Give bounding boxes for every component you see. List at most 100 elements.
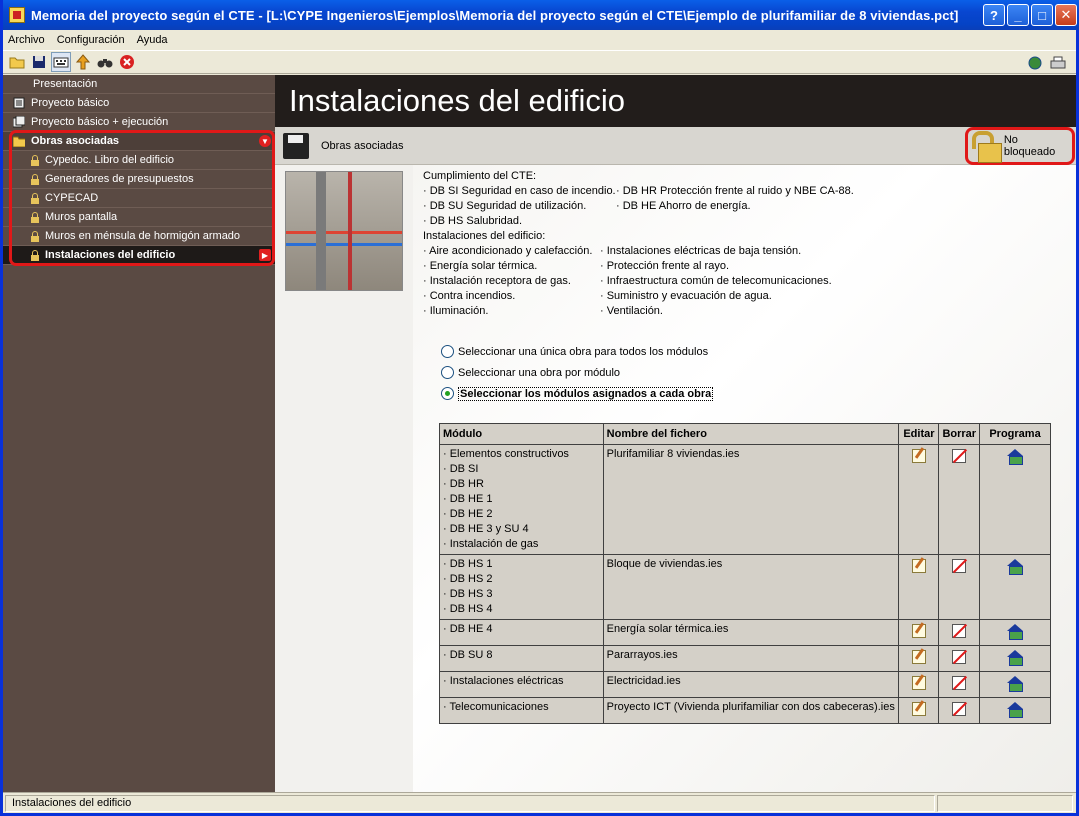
- title-bar[interactable]: Memoria del proyecto según el CTE - [L:\…: [3, 0, 1079, 30]
- sidebar-item-generadores[interactable]: Generadores de presupuestos: [3, 170, 275, 189]
- edit-icon[interactable]: [911, 650, 926, 664]
- radio-button[interactable]: [441, 345, 454, 358]
- sidebar-item-label: Cypedoc. Libro del edificio: [45, 154, 175, 166]
- col-header-editar: Editar: [898, 423, 940, 445]
- installations-photo: [285, 171, 403, 291]
- radio-modulos-asignados[interactable]: Seleccionar los módulos asignados a cada…: [441, 383, 714, 404]
- inst-col1: · Aire acondicionado y calefacción. · En…: [423, 244, 600, 319]
- edit-icon[interactable]: [911, 676, 926, 690]
- delete-icon[interactable]: [952, 449, 967, 463]
- edit-icon[interactable]: [911, 449, 926, 463]
- sidebar-item-cypecad[interactable]: CYPECAD: [3, 189, 275, 208]
- chevron-down-icon[interactable]: ▼: [259, 135, 271, 147]
- table-row[interactable]: · DB SU 8 Pararrayos.ies: [439, 645, 1051, 672]
- cell-program-house: [979, 619, 1051, 646]
- menu-configuracion[interactable]: Configuración: [57, 34, 125, 46]
- binoculars-icon[interactable]: [95, 52, 115, 72]
- program-house-icon[interactable]: [1007, 676, 1024, 692]
- close-button[interactable]: ✕: [1055, 4, 1077, 26]
- sidebar-item-obras-asociadas[interactable]: Obras asociadas ▼: [3, 132, 275, 151]
- cell-file[interactable]: Proyecto ICT (Vivienda plurifamiliar con…: [602, 697, 900, 724]
- sub-header: Obras asociadas: [275, 127, 1076, 165]
- sidebar-item-proyecto-basico[interactable]: Proyecto básico: [3, 94, 275, 113]
- delete-icon[interactable]: [952, 702, 967, 716]
- info-line: · Energía solar térmica.: [423, 260, 538, 272]
- window-title: Memoria del proyecto según el CTE - [L:\…: [31, 7, 959, 23]
- cell-edit: [898, 554, 940, 620]
- lock-icon: [31, 230, 39, 242]
- edit-icon[interactable]: [911, 559, 926, 573]
- disk-icon: [283, 132, 309, 159]
- sidebar-item-label: Generadores de presupuestos: [45, 173, 194, 185]
- radio-button[interactable]: [441, 387, 454, 400]
- info-line: · Contra incendios.: [423, 290, 516, 302]
- cell-delete: [938, 671, 981, 698]
- sidebar-item-proyecto-basico-ejecucion[interactable]: Proyecto básico + ejecución: [3, 113, 275, 132]
- delete-icon[interactable]: [952, 559, 967, 573]
- cell-file[interactable]: Bloque de viviendas.ies: [602, 554, 900, 620]
- cell-modules: · DB HE 4: [439, 619, 604, 646]
- cell-file[interactable]: Energía solar térmica.ies: [602, 619, 900, 646]
- inst-heading: Instalaciones del edificio:: [423, 230, 546, 242]
- program-house-icon[interactable]: [1007, 624, 1024, 640]
- sidebar-item-presentacion[interactable]: Presentación: [3, 75, 275, 94]
- edit-icon[interactable]: [911, 624, 926, 638]
- radio-obra-por-modulo[interactable]: Seleccionar una obra por módulo: [441, 362, 713, 383]
- module-name: · Instalaciones eléctricas: [443, 675, 564, 687]
- delete-icon[interactable]: [952, 650, 967, 664]
- table-row[interactable]: · Telecomunicaciones Proyecto ICT (Vivien…: [439, 697, 1051, 724]
- inst-col2: · Instalaciones eléctricas de baja tensi…: [600, 244, 832, 319]
- chevron-right-icon[interactable]: ▶: [259, 249, 271, 261]
- table-row[interactable]: · Elementos constructivos · DB SI · DB HR ·…: [439, 444, 1051, 555]
- up-arrow-icon[interactable]: [73, 52, 93, 72]
- info-line: · Iluminación.: [423, 305, 489, 317]
- edit-icon[interactable]: [911, 702, 926, 716]
- delete-icon[interactable]: [952, 676, 967, 690]
- lock-status-button[interactable]: No bloqueado: [965, 127, 1075, 165]
- table-row[interactable]: · DB HS 1 · DB HS 2 · DB HS 3 · DB HS 4 Bloq…: [439, 554, 1051, 620]
- keyboard-icon[interactable]: [51, 52, 71, 72]
- sidebar-item-label: Muros en ménsula de hormigón armado: [45, 230, 241, 242]
- radio-button[interactable]: [441, 366, 454, 379]
- program-house-icon[interactable]: [1007, 702, 1024, 718]
- minimize-button[interactable]: _: [1007, 4, 1029, 26]
- open-folder-icon[interactable]: [7, 52, 27, 72]
- program-house-icon[interactable]: [1007, 449, 1024, 465]
- maximize-button[interactable]: □: [1031, 4, 1053, 26]
- cell-file[interactable]: Electricidad.ies: [602, 671, 900, 698]
- lock-icon: [31, 173, 39, 185]
- cell-file[interactable]: Pararrayos.ies: [602, 645, 900, 672]
- module-name: · DB HE 2: [443, 508, 493, 520]
- status-text: Instalaciones del edificio: [5, 794, 935, 812]
- printer-icon[interactable]: [1048, 53, 1068, 73]
- module-name: · DB HE 3 y SU 4: [443, 523, 529, 535]
- sidebar-item-label: Presentación: [33, 78, 98, 90]
- table-row[interactable]: · Instalaciones eléctricas Electricidad.i…: [439, 671, 1051, 698]
- radio-single-obra[interactable]: Seleccionar una única obra para todos lo…: [441, 341, 713, 362]
- save-icon[interactable]: [29, 52, 49, 72]
- cell-modules: · Telecomunicaciones: [439, 697, 604, 724]
- unlock-icon: [970, 131, 1002, 163]
- cell-file[interactable]: Plurifamiliar 8 viviendas.ies: [602, 444, 900, 555]
- stop-icon[interactable]: [117, 52, 137, 72]
- menu-ayuda[interactable]: Ayuda: [137, 34, 168, 46]
- menu-archivo[interactable]: Archivo: [8, 34, 45, 46]
- help-button[interactable]: ?: [983, 4, 1005, 26]
- module-name: · DB HR: [443, 478, 484, 490]
- window-controls: ? _ □ ✕: [983, 4, 1077, 26]
- info-line: · Instalaciones eléctricas de baja tensi…: [600, 245, 802, 257]
- module-name: · DB SU 8: [443, 649, 493, 661]
- program-house-icon[interactable]: [1007, 559, 1024, 575]
- radio-label: Seleccionar una obra por módulo: [458, 366, 621, 379]
- mode-radio-group: Seleccionar una única obra para todos lo…: [441, 341, 714, 404]
- sidebar-item-muros-pantalla[interactable]: Muros pantalla: [3, 208, 275, 227]
- table-row[interactable]: · DB HE 4 Energía solar térmica.ies: [439, 619, 1051, 646]
- delete-icon[interactable]: [952, 624, 967, 638]
- sidebar-item-muros-mensula[interactable]: Muros en ménsula de hormigón armado: [3, 227, 275, 246]
- program-house-icon[interactable]: [1007, 650, 1024, 666]
- globe-icon[interactable]: [1026, 53, 1046, 73]
- status-pane-right: [937, 794, 1073, 812]
- sidebar-item-cypedoc[interactable]: Cypedoc. Libro del edificio: [3, 151, 275, 170]
- sidebar-item-instalaciones[interactable]: Instalaciones del edificio ▶: [3, 246, 275, 265]
- cell-edit: [898, 645, 940, 672]
